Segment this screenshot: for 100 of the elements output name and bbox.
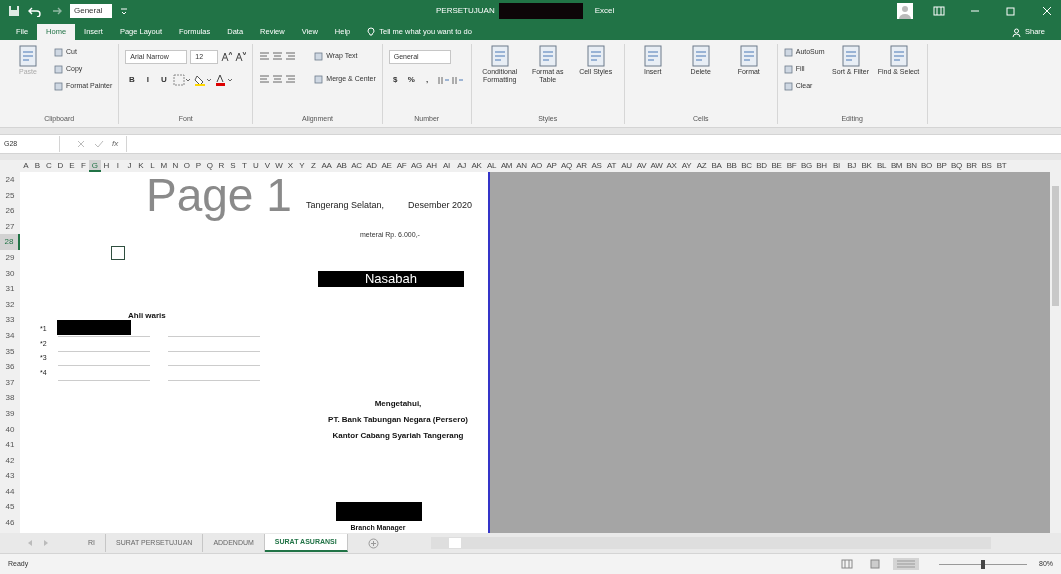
ribbon-display-icon[interactable]: [933, 6, 945, 16]
shrink-font-icon[interactable]: [235, 51, 247, 62]
redo-icon[interactable]: [50, 5, 62, 17]
row-header[interactable]: 39: [0, 405, 20, 422]
column-header[interactable]: AG: [409, 160, 424, 172]
column-header[interactable]: AD: [364, 160, 379, 172]
column-header[interactable]: AS: [589, 160, 604, 172]
column-header[interactable]: BT: [994, 160, 1009, 172]
column-header[interactable]: AK: [469, 160, 484, 172]
row-header[interactable]: 24: [0, 172, 20, 188]
column-header[interactable]: BE: [769, 160, 784, 172]
row-header[interactable]: 36: [0, 359, 20, 375]
person-icon[interactable]: [1012, 27, 1021, 37]
row-header[interactable]: 37: [0, 374, 20, 391]
column-header[interactable]: M: [158, 160, 170, 172]
close-icon[interactable]: [1041, 6, 1053, 16]
save-icon[interactable]: [8, 5, 20, 17]
bold-button[interactable]: B: [125, 72, 139, 87]
column-header[interactable]: AA: [319, 160, 334, 172]
column-header[interactable]: Z: [307, 160, 319, 172]
column-header[interactable]: AO: [529, 160, 544, 172]
column-header[interactable]: BG: [799, 160, 814, 172]
column-header[interactable]: AE: [379, 160, 394, 172]
column-header[interactable]: AQ: [559, 160, 574, 172]
comma-style-button[interactable]: ,: [420, 72, 434, 87]
column-header[interactable]: AX: [664, 160, 679, 172]
column-header[interactable]: H: [100, 160, 112, 172]
column-header[interactable]: J: [123, 160, 135, 172]
normal-view-icon[interactable]: [841, 559, 853, 569]
previous-sheet-icon[interactable]: [26, 539, 34, 547]
column-header[interactable]: AU: [619, 160, 634, 172]
column-header[interactable]: AR: [574, 160, 589, 172]
column-header[interactable]: BJ: [844, 160, 859, 172]
row-header[interactable]: 42: [0, 452, 20, 469]
column-header[interactable]: BR: [964, 160, 979, 172]
row-header[interactable]: 31: [0, 281, 20, 297]
undo-icon[interactable]: [28, 5, 42, 17]
command-icon[interactable]: [641, 44, 664, 68]
row-header[interactable]: 29: [0, 249, 20, 266]
horizontal-scrollbar[interactable]: [430, 537, 991, 549]
column-header[interactable]: E: [66, 160, 78, 172]
column-header[interactable]: S: [227, 160, 239, 172]
column-header[interactable]: AY: [679, 160, 694, 172]
column-header[interactable]: A: [20, 160, 32, 172]
page-break-preview-icon[interactable]: [893, 558, 919, 570]
command-icon[interactable]: [314, 52, 324, 61]
column-header[interactable]: N: [169, 160, 181, 172]
row-header[interactable]: 46: [0, 515, 20, 531]
column-header[interactable]: BB: [724, 160, 739, 172]
column-header[interactable]: AW: [649, 160, 664, 172]
command-icon[interactable]: [314, 75, 324, 84]
column-header[interactable]: C: [43, 160, 55, 172]
row-header[interactable]: 35: [0, 343, 20, 360]
column-header[interactable]: BC: [739, 160, 754, 172]
cancel-icon[interactable]: [76, 139, 86, 149]
row-header[interactable]: 25: [0, 187, 20, 204]
column-header[interactable]: AN: [514, 160, 529, 172]
column-header[interactable]: AM: [499, 160, 514, 172]
column-header[interactable]: BF: [784, 160, 799, 172]
command-icon[interactable]: [689, 44, 712, 68]
fill-in-line[interactable]: [168, 350, 260, 352]
column-header[interactable]: K: [135, 160, 147, 172]
underline-button[interactable]: U: [157, 72, 171, 87]
column-header[interactable]: BM: [889, 160, 904, 172]
command-icon[interactable]: [887, 44, 910, 68]
font-color-icon[interactable]: [215, 73, 234, 86]
column-header[interactable]: BD: [754, 160, 769, 172]
fill-in-line[interactable]: [58, 379, 150, 381]
column-header[interactable]: AZ: [694, 160, 709, 172]
column-header[interactable]: L: [146, 160, 158, 172]
restore-icon[interactable]: [1005, 6, 1017, 16]
next-sheet-icon[interactable]: [42, 539, 50, 547]
column-header[interactable]: U: [250, 160, 262, 172]
fill-in-line[interactable]: [168, 379, 260, 381]
grow-font-icon[interactable]: [221, 51, 233, 62]
fill-in-line[interactable]: [58, 350, 150, 352]
checkbox[interactable]: [111, 246, 125, 260]
currency-button[interactable]: $: [388, 72, 402, 87]
row-header[interactable]: 41: [0, 437, 20, 453]
column-header[interactable]: AL: [484, 160, 499, 172]
column-header[interactable]: BS: [979, 160, 994, 172]
column-header[interactable]: BA: [709, 160, 724, 172]
column-header[interactable]: BQ: [949, 160, 964, 172]
row-header[interactable]: 32: [0, 296, 20, 313]
row-header[interactable]: 43: [0, 468, 20, 484]
column-header[interactable]: AI: [439, 160, 454, 172]
command-icon[interactable]: [536, 44, 559, 68]
zoom-slider[interactable]: [939, 559, 1027, 569]
column-header[interactable]: AC: [349, 160, 364, 172]
column-header[interactable]: BH: [814, 160, 829, 172]
column-header[interactable]: D: [54, 160, 66, 172]
add-sheet-icon[interactable]: [367, 537, 379, 549]
row-header[interactable]: 45: [0, 499, 20, 516]
style-dropdown[interactable]: General: [70, 4, 112, 18]
row-header[interactable]: 27: [0, 218, 20, 235]
column-header[interactable]: BK: [859, 160, 874, 172]
italic-button[interactable]: I: [141, 72, 155, 87]
column-header[interactable]: AJ: [454, 160, 469, 172]
avatar-icon[interactable]: [897, 3, 913, 19]
column-header[interactable]: F: [77, 160, 89, 172]
